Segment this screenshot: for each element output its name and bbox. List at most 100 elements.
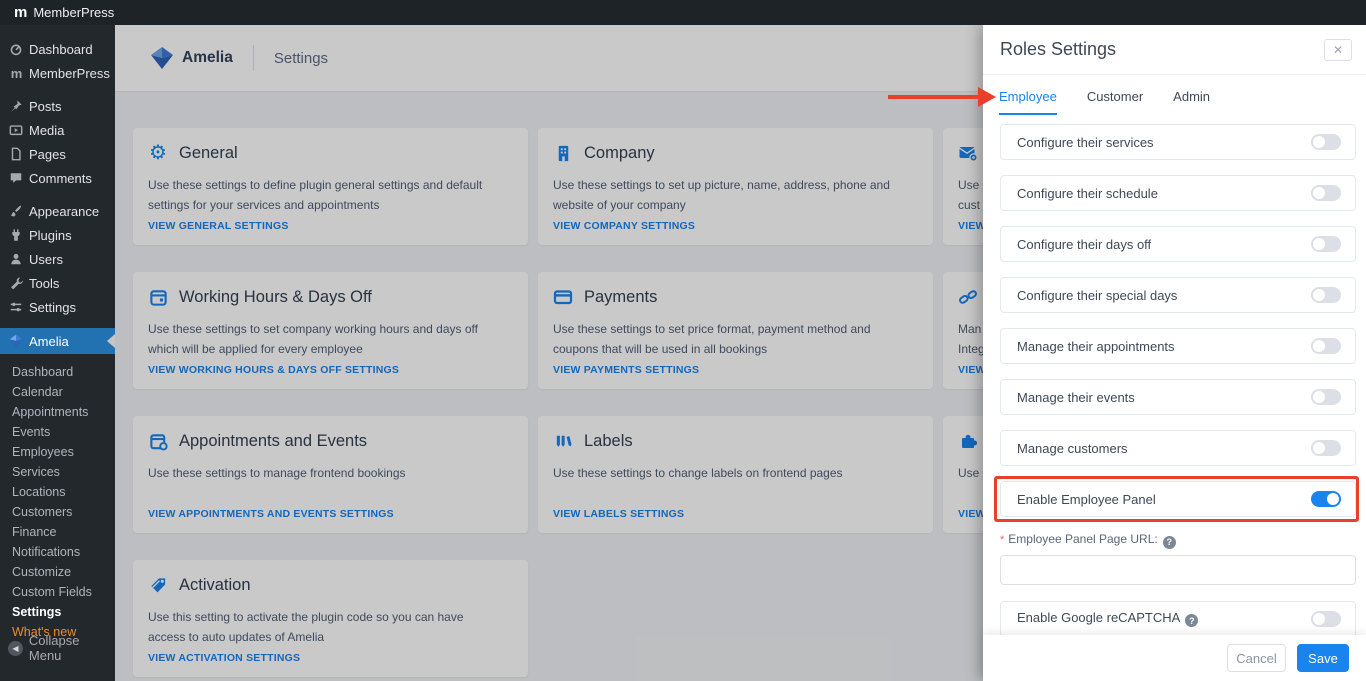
- admin-bar: m MemberPress: [0, 0, 1366, 25]
- toggle-label: Manage their appointments: [1017, 339, 1311, 354]
- memberpress-logo-icon: m: [14, 5, 26, 20]
- sidebar-item-label: Tools: [29, 276, 59, 291]
- cancel-button[interactable]: Cancel: [1227, 644, 1286, 672]
- tab-employee[interactable]: Employee: [999, 89, 1057, 115]
- help-icon[interactable]: ?: [1163, 536, 1176, 549]
- toggle-row-enable-employee-panel: Enable Employee Panel: [1000, 481, 1356, 517]
- sidebar-item-memberpress[interactable]: m MemberPress: [0, 61, 115, 85]
- tools-icon: [8, 275, 24, 291]
- users-icon: [8, 251, 24, 267]
- field-label-text: Employee Panel Page URL:: [1008, 532, 1157, 546]
- appearance-icon: [8, 203, 24, 219]
- amelia-logo-icon: [8, 333, 24, 349]
- panel-title: Roles Settings: [1000, 39, 1324, 60]
- toggle-label: Configure their schedule: [1017, 186, 1311, 201]
- save-button[interactable]: Save: [1297, 644, 1349, 672]
- panel-header: Roles Settings ✕: [983, 25, 1366, 75]
- sidebar-item-users[interactable]: Users: [0, 247, 115, 271]
- sidebar-item-media[interactable]: Media: [0, 118, 115, 142]
- roles-tabs: Employee Customer Admin: [983, 75, 1366, 115]
- collapse-menu-button[interactable]: ◀ Collapse Menu: [0, 633, 115, 663]
- sidebar-item-amelia[interactable]: Amelia: [0, 328, 115, 354]
- sidebar-item-label: Dashboard: [29, 42, 93, 57]
- sidebar-item-tools[interactable]: Tools: [0, 271, 115, 295]
- toggle-label: Configure their days off: [1017, 237, 1311, 252]
- pin-icon: [8, 98, 24, 114]
- sidebar-item-label: Media: [29, 123, 64, 138]
- roles-settings-panel: Roles Settings ✕ Employee Customer Admin…: [983, 25, 1366, 681]
- sidebar-item-label: Amelia: [29, 334, 69, 349]
- close-icon[interactable]: ✕: [1324, 39, 1352, 61]
- dashboard-icon: [8, 41, 24, 57]
- sidebar-item-label: MemberPress: [29, 66, 110, 81]
- toggle-enable-recaptcha[interactable]: [1311, 611, 1341, 627]
- toggle-row-manage-appointments: Manage their appointments: [1000, 328, 1356, 364]
- sidebar-item-comments[interactable]: Comments: [0, 166, 115, 190]
- toggle-row-manage-customers: Manage customers: [1000, 430, 1356, 466]
- toggle-configure-schedule[interactable]: [1311, 185, 1341, 201]
- admin-bar-brand: MemberPress: [33, 5, 114, 20]
- toggle-enable-employee-panel[interactable]: [1311, 491, 1341, 507]
- sidebar-item-dashboard[interactable]: Dashboard: [0, 37, 115, 61]
- memberpress-icon: m: [8, 65, 24, 81]
- toggle-configure-services[interactable]: [1311, 134, 1341, 150]
- sidebar-item-label: Users: [29, 252, 63, 267]
- toggle-label: Manage customers: [1017, 441, 1311, 456]
- employee-panel-url-input[interactable]: [1000, 555, 1356, 585]
- submenu-item-events[interactable]: Events: [0, 422, 115, 442]
- toggle-manage-appointments[interactable]: [1311, 338, 1341, 354]
- employee-panel-url-label: * Employee Panel Page URL:?: [1000, 532, 1356, 549]
- collapse-menu-label: Collapse Menu: [29, 633, 115, 663]
- sidebar-item-label: Pages: [29, 147, 66, 162]
- submenu-item-employees[interactable]: Employees: [0, 442, 115, 462]
- submenu-item-settings[interactable]: Settings: [0, 602, 115, 622]
- toggle-row-configure-schedule: Configure their schedule: [1000, 175, 1356, 211]
- pages-icon: [8, 146, 24, 162]
- panel-footer: Cancel Save: [983, 635, 1366, 681]
- tab-admin[interactable]: Admin: [1173, 89, 1210, 115]
- plugin-icon: [8, 227, 24, 243]
- submenu-item-calendar[interactable]: Calendar: [0, 382, 115, 402]
- wp-admin-sidebar: Dashboard m MemberPress Posts Media Page…: [0, 25, 115, 681]
- submenu-item-notifications[interactable]: Notifications: [0, 542, 115, 562]
- active-menu-arrow: [107, 334, 115, 348]
- sidebar-item-label: Settings: [29, 300, 76, 315]
- toggle-configure-days-off[interactable]: [1311, 236, 1341, 252]
- submenu-item-customers[interactable]: Customers: [0, 502, 115, 522]
- toggle-row-configure-special-days: Configure their special days: [1000, 277, 1356, 313]
- toggle-configure-special-days[interactable]: [1311, 287, 1341, 303]
- sidebar-item-label: Appearance: [29, 204, 99, 219]
- sidebar-item-label: Posts: [29, 99, 62, 114]
- submenu-item-appointments[interactable]: Appointments: [0, 402, 115, 422]
- toggle-manage-events[interactable]: [1311, 389, 1341, 405]
- help-icon[interactable]: ?: [1185, 614, 1198, 627]
- sidebar-item-pages[interactable]: Pages: [0, 142, 115, 166]
- submenu-item-dashboard[interactable]: Dashboard: [0, 362, 115, 382]
- sidebar-item-label: Plugins: [29, 228, 72, 243]
- submenu-item-custom-fields[interactable]: Custom Fields: [0, 582, 115, 602]
- toggle-row-enable-recaptcha: Enable Google reCAPTCHA?: [1000, 601, 1356, 637]
- sidebar-item-settings[interactable]: Settings: [0, 295, 115, 319]
- toggle-row-configure-services: Configure their services: [1000, 124, 1356, 160]
- sidebar-item-plugins[interactable]: Plugins: [0, 223, 115, 247]
- toggle-row-manage-events: Manage their events: [1000, 379, 1356, 415]
- modal-dim-overlay: [115, 25, 983, 681]
- required-asterisk: *: [1000, 534, 1004, 546]
- submenu-item-locations[interactable]: Locations: [0, 482, 115, 502]
- sidebar-item-label: Comments: [29, 171, 92, 186]
- comments-icon: [8, 170, 24, 186]
- submenu-item-finance[interactable]: Finance: [0, 522, 115, 542]
- collapse-arrow-icon: ◀: [8, 641, 23, 656]
- panel-body: Configure their services Configure their…: [1000, 124, 1356, 652]
- toggle-label: Configure their special days: [1017, 288, 1311, 303]
- toggle-label: Configure their services: [1017, 135, 1311, 150]
- sidebar-item-posts[interactable]: Posts: [0, 94, 115, 118]
- toggle-label: Manage their events: [1017, 390, 1311, 405]
- tab-customer[interactable]: Customer: [1087, 89, 1143, 115]
- sidebar-item-appearance[interactable]: Appearance: [0, 199, 115, 223]
- toggle-manage-customers[interactable]: [1311, 440, 1341, 456]
- toggle-label: Enable Google reCAPTCHA?: [1017, 610, 1311, 628]
- settings-icon: [8, 299, 24, 315]
- submenu-item-customize[interactable]: Customize: [0, 562, 115, 582]
- submenu-item-services[interactable]: Services: [0, 462, 115, 482]
